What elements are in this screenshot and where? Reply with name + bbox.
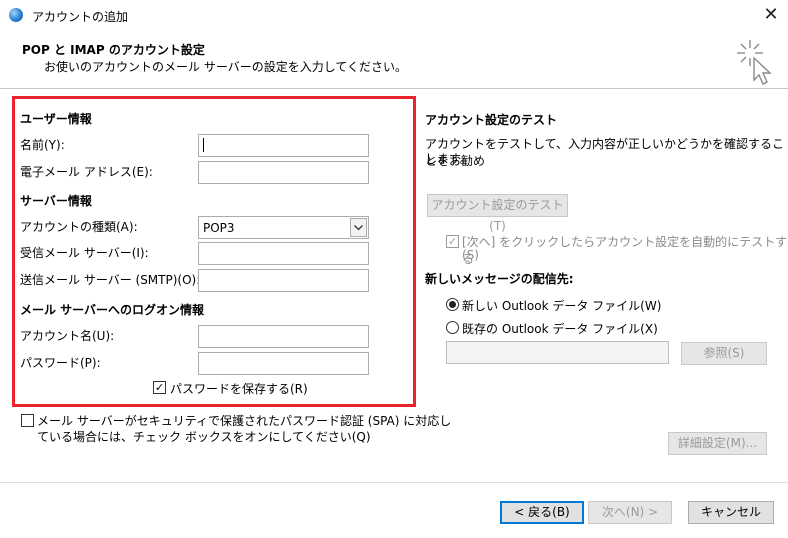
- name-input[interactable]: [198, 134, 369, 157]
- outgoing-server-input[interactable]: [198, 269, 369, 292]
- dropdown-button[interactable]: [350, 218, 367, 237]
- test-account-button[interactable]: アカウント設定のテスト(T): [427, 194, 568, 233]
- browse-button[interactable]: 参照(S): [681, 342, 767, 365]
- window-title: アカウントの追加: [32, 10, 129, 24]
- existing-data-file-radio[interactable]: [446, 321, 459, 334]
- cancel-button[interactable]: キャンセル: [688, 501, 774, 524]
- email-input[interactable]: [198, 161, 369, 184]
- new-data-file-label: 新しい Outlook データ ファイル(W): [462, 299, 662, 313]
- new-data-file-radio[interactable]: [446, 298, 459, 311]
- password-input[interactable]: [198, 352, 369, 375]
- existing-data-file-label: 既存の Outlook データ ファイル(X): [462, 322, 658, 336]
- logon-info-heading: メール サーバーへのログオン情報: [20, 303, 205, 317]
- account-type-label: アカウントの種類(A):: [20, 220, 138, 234]
- wizard-title: POP と IMAP のアカウント設定: [22, 43, 205, 57]
- chevron-down-icon: [354, 225, 363, 231]
- back-button[interactable]: < 戻る(B): [500, 501, 584, 524]
- test-description-line1: アカウントをテストして、入力内容が正しいかどうかを確認することをお勧め: [425, 137, 785, 168]
- save-password-checkbox[interactable]: ✓: [153, 381, 166, 394]
- outlook-app-icon: [9, 8, 23, 22]
- auto-test-label-line1: [次へ] をクリックしたらアカウント設定を自動的にテストする: [462, 235, 788, 266]
- name-label: 名前(Y):: [20, 138, 65, 152]
- text-caret: [203, 138, 204, 152]
- footer-separator: [0, 482, 788, 483]
- next-button[interactable]: 次へ(N) >: [588, 501, 672, 524]
- account-name-input[interactable]: [198, 325, 369, 348]
- incoming-server-input[interactable]: [198, 242, 369, 265]
- password-label: パスワード(P):: [20, 356, 101, 370]
- test-heading: アカウント設定のテスト: [425, 113, 558, 127]
- spa-label-line1: メール サーバーがセキュリティで保護されたパスワード認証 (SPA) に対応し: [37, 414, 452, 428]
- spa-label-line2: ている場合には、チェック ボックスをオンにしてください(Q): [37, 430, 371, 444]
- account-type-value: POP3: [203, 221, 235, 235]
- spa-checkbox[interactable]: [21, 414, 34, 427]
- auto-test-label-line2: (S): [462, 248, 479, 262]
- email-label: 電子メール アドレス(E):: [20, 165, 153, 179]
- server-info-heading: サーバー情報: [20, 194, 92, 208]
- incoming-server-label: 受信メール サーバー(I):: [20, 246, 149, 260]
- auto-test-checkbox[interactable]: ✓: [446, 235, 459, 248]
- wizard-subtitle: お使いのアカウントのメール サーバーの設定を入力してください。: [44, 60, 407, 74]
- save-password-label: パスワードを保存する(R): [170, 382, 308, 396]
- user-info-heading: ユーザー情報: [20, 112, 92, 126]
- advanced-settings-button[interactable]: 詳細設定(M)...: [668, 432, 767, 455]
- close-button[interactable]: ✕: [760, 4, 782, 26]
- test-description-line2: します。: [425, 152, 472, 166]
- delivery-heading: 新しいメッセージの配信先:: [425, 272, 574, 286]
- data-file-path-input[interactable]: [446, 341, 669, 364]
- account-name-label: アカウント名(U):: [20, 329, 115, 343]
- outgoing-server-label: 送信メール サーバー (SMTP)(O):: [20, 273, 201, 287]
- sparkle-cursor-icon: [737, 40, 772, 85]
